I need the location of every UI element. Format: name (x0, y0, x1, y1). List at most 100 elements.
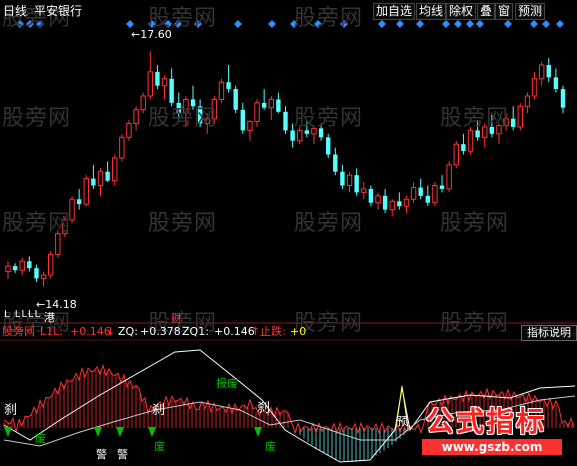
signal-yu: 预 (397, 415, 408, 428)
diamond-marker (442, 20, 450, 28)
candle-body (446, 164, 452, 190)
signal-jing: 警 (96, 448, 107, 461)
candle-body (510, 118, 516, 127)
candle-body (425, 195, 431, 203)
candle-body (83, 178, 89, 205)
candle-body (268, 98, 274, 109)
candle-body (283, 111, 288, 131)
stop-fall-value: +0 (290, 325, 307, 338)
candle-body (538, 64, 545, 80)
overlay-button[interactable]: 叠 (477, 3, 496, 20)
candle-body (161, 78, 168, 87)
candle-body (233, 89, 238, 110)
candle-body (325, 137, 331, 155)
candlestick-series (5, 51, 566, 287)
finance-marker: 财 (171, 312, 182, 325)
period-label[interactable]: 日线 (3, 4, 27, 18)
diamond-marker (556, 20, 564, 28)
candle-body (261, 102, 267, 108)
forecast-button[interactable]: 预测 (515, 3, 546, 20)
diamond-marker (126, 20, 134, 28)
watermark: 股旁网 (294, 106, 364, 131)
watermark: 股旁网 (2, 106, 72, 131)
watermark: 股旁网 (440, 211, 510, 236)
candle-body (226, 82, 231, 90)
candle-body (276, 99, 281, 112)
watermark: 股旁网 (148, 211, 218, 236)
candle-body (112, 157, 118, 182)
stock-name: 平安银行 (34, 4, 83, 18)
candle-body (105, 171, 110, 181)
candle-body (382, 195, 388, 210)
candle-body (19, 260, 25, 271)
arrow-down-icon: ↓ (106, 325, 116, 338)
candle-body (27, 261, 32, 269)
signal-fei: 废 (35, 432, 46, 445)
signal-fei: 废 (265, 440, 276, 453)
candle-body (410, 187, 417, 200)
diamond-marker (466, 20, 474, 28)
candle-body (461, 144, 466, 152)
zq1-value: +0.146 (214, 325, 255, 338)
candle-body (333, 154, 338, 172)
ex-rights-button[interactable]: 除权 (446, 3, 477, 20)
candle-body (155, 71, 160, 86)
candle-body (346, 174, 353, 186)
signal-arrow-icon (254, 427, 262, 437)
candle-body (126, 123, 132, 138)
candle-body (47, 253, 54, 276)
candle-body (247, 120, 253, 131)
candle-body (467, 129, 474, 152)
watermark: 股旁网 (2, 211, 72, 236)
indicator-help-button[interactable]: 指标说明 (521, 325, 577, 341)
watermark: 股旁网 (148, 106, 218, 131)
candle-body (5, 265, 11, 273)
signal-arrow-icon (116, 427, 124, 437)
site-badge: 公式指标 www.gszb.com (412, 398, 574, 462)
candle-body (340, 171, 345, 186)
candle-body (147, 71, 154, 97)
candle-body (546, 64, 551, 78)
candle-body (240, 109, 246, 131)
diamond-marker (268, 20, 276, 28)
diamond-marker (416, 20, 424, 28)
candle-body (140, 95, 146, 111)
stop-fall-label: 止跌: (260, 325, 286, 338)
diamond-marker (530, 20, 538, 28)
candle-body (218, 81, 225, 100)
candle-body (368, 188, 374, 203)
badge-title: 公式指标 (426, 405, 547, 438)
candle-body (91, 178, 96, 186)
arrow-up-icon: ↑ (251, 325, 261, 338)
candle-body (524, 95, 531, 107)
diamond-markers (16, 20, 564, 28)
diamond-marker (396, 20, 404, 28)
signal-sha: 刹 (152, 403, 166, 418)
candle-body (254, 102, 260, 122)
signal-jing: 警 (117, 448, 128, 461)
signal-arrow-icon (4, 427, 12, 437)
candle-body (531, 78, 538, 97)
candle-body (97, 171, 104, 186)
window-button[interactable]: 窗 (495, 3, 514, 20)
candle-body (361, 188, 367, 193)
moving-average-button[interactable]: 均线 (416, 3, 447, 20)
candle-body (34, 268, 39, 279)
high-price-label: ←17.60 (131, 28, 172, 41)
signal-sha: 刹 (4, 403, 18, 418)
candle-body (389, 200, 395, 211)
zq-value: +0.378 (140, 325, 181, 338)
candle-body (517, 105, 524, 128)
candle-body (12, 266, 18, 271)
signal-fei: 废 (154, 440, 165, 453)
diamond-marker (504, 20, 512, 28)
candle-body (76, 199, 82, 205)
indicator-v1: +0.146 (70, 325, 111, 338)
diamond-marker (454, 20, 462, 28)
candle-body (119, 136, 125, 159)
watermark: 股旁网 (440, 106, 510, 131)
zq-label: ZQ: (118, 325, 138, 338)
candle-body (133, 109, 139, 125)
diamond-marker (234, 20, 242, 28)
add-watchlist-button[interactable]: 加自选 (373, 3, 416, 20)
